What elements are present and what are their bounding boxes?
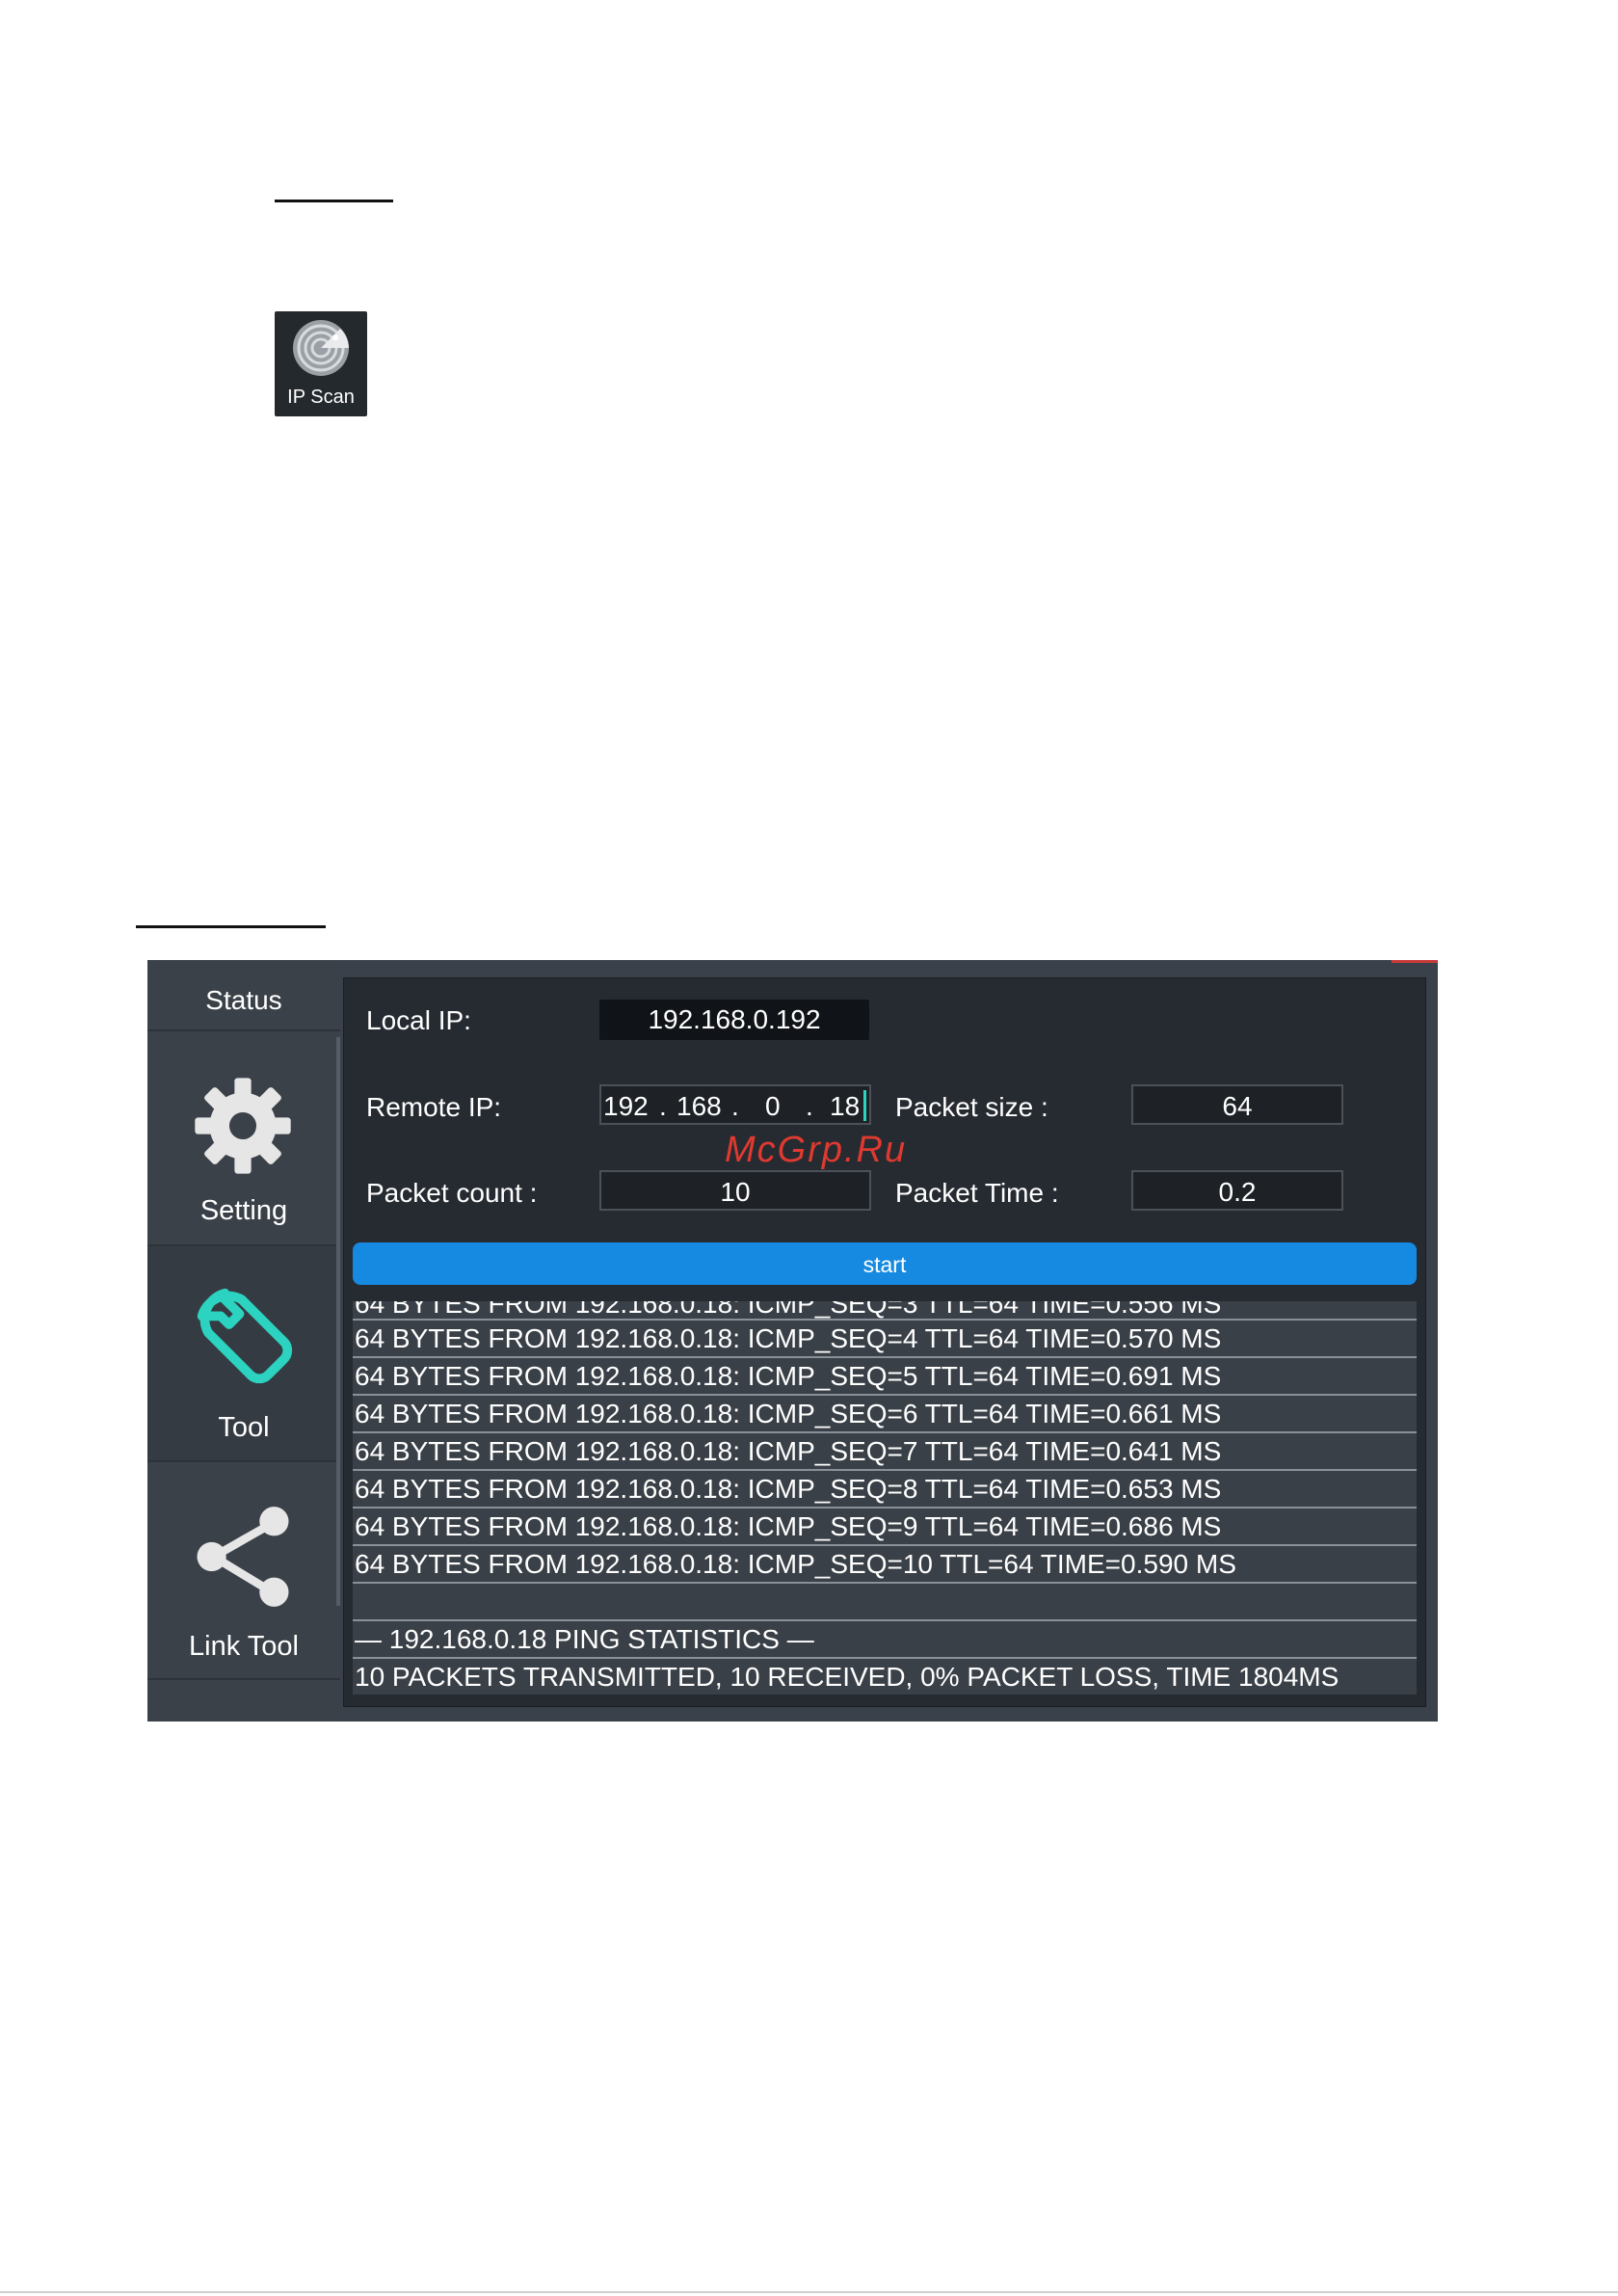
window-accent [1392,960,1438,963]
packet-count-label: Packet count : [366,1178,538,1208]
packet-time-input[interactable]: 0.2 [1131,1170,1343,1211]
packet-size-label: Packet size : [895,1092,1048,1122]
ip-separator: . [806,1091,813,1121]
ping-panel: Local IP: 192.168.0.192 Remote IP: 192 .… [343,977,1426,1707]
log-line: — 192.168.0.18 PING STATISTICS — [353,1621,1417,1659]
log-line: 64 BYTES FROM 192.168.0.18: ICMP_SEQ=9 T… [353,1508,1417,1546]
ping-output-log[interactable]: 64 BYTES FROM 192.168.0.18: ICMP_SEQ=3 T… [353,1301,1417,1695]
heading-underline [275,200,393,202]
ping-tool-screen: Status Setting Tool Link Tool Local IP: … [147,960,1438,1722]
local-ip-label: Local IP: [366,1005,471,1035]
section-underline [136,925,326,928]
log-line: 64 BYTES FROM 192.168.0.18: ICMP_SEQ=5 T… [353,1358,1417,1396]
log-line: 64 BYTES FROM 192.168.0.18: ICMP_SEQ=6 T… [353,1396,1417,1433]
sidebar: Status Setting Tool Link Tool [147,960,340,1722]
remote-ip-octet-1[interactable]: 192 [603,1086,649,1127]
remote-ip-octet-3[interactable]: 0 [765,1086,781,1127]
log-line: 64 BYTES FROM 192.168.0.18: ICMP_SEQ=7 T… [353,1433,1417,1471]
sidebar-item-setting[interactable]: Setting [147,1031,340,1246]
sidebar-status-label: Status [205,985,282,1015]
watermark: McGrp.Ru [725,1130,908,1170]
packet-size-input[interactable]: 64 [1131,1084,1343,1125]
log-line: 10 PACKETS TRANSMITTED, 10 RECEIVED, 0% … [353,1659,1417,1695]
log-line: 64 BYTES FROM 192.168.0.18: ICMP_SEQ=4 T… [353,1321,1417,1358]
log-line [353,1584,1417,1621]
share-icon [197,1507,289,1607]
sidebar-item-label: Setting [199,1195,288,1226]
sidebar-scrollbar[interactable] [336,1037,340,1606]
text-caret [863,1090,866,1121]
sidebar-status[interactable]: Status [147,960,340,1031]
page-divider [0,2291,1618,2293]
ip-scan-label: IP Scan [287,387,355,408]
radar-icon [293,320,349,376]
ip-separator: . [659,1091,667,1121]
ip-scan-app-icon[interactable]: IP Scan [275,311,367,416]
sidebar-item-label: Link Tool [189,1631,299,1662]
start-button[interactable]: start [353,1242,1417,1285]
remote-ip-octet-2[interactable]: 168 [676,1086,722,1127]
remote-ip-octet-4[interactable]: 18 [830,1086,860,1127]
packet-time-label: Packet Time : [895,1178,1059,1208]
remote-ip-label: Remote IP: [366,1092,502,1122]
log-line: 64 BYTES FROM 192.168.0.18: ICMP_SEQ=3 T… [353,1301,1417,1321]
ip-separator: . [731,1091,739,1121]
local-ip-value: 192.168.0.192 [599,1000,869,1040]
sidebar-item-link-tool[interactable]: Link Tool [147,1462,340,1680]
remote-ip-input[interactable]: 192 . 168 . 0 . 18 [599,1084,871,1125]
gear-icon [195,1078,291,1174]
log-line: 64 BYTES FROM 192.168.0.18: ICMP_SEQ=10 … [353,1546,1417,1584]
sidebar-item-tool[interactable]: Tool [147,1246,340,1462]
packet-count-input[interactable]: 10 [599,1170,871,1211]
log-line: 64 BYTES FROM 192.168.0.18: ICMP_SEQ=8 T… [353,1471,1417,1508]
wrench-icon [197,1288,293,1384]
sidebar-item-label: Tool [218,1412,270,1443]
